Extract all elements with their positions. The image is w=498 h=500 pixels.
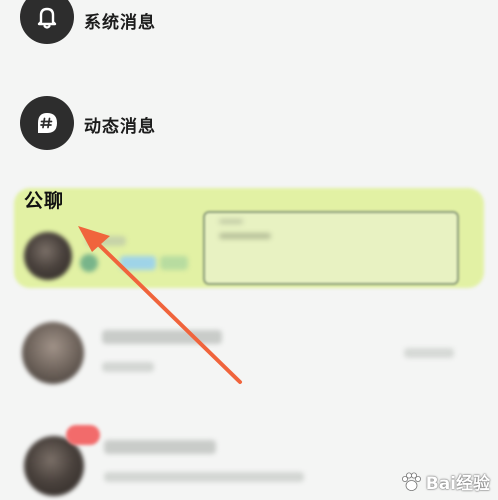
baidu-watermark: Bai经验 bbox=[400, 469, 490, 494]
watermark-text: Bai经验 bbox=[425, 474, 490, 494]
annotation-arrow bbox=[78, 226, 242, 384]
paw-logo-icon bbox=[401, 472, 421, 491]
